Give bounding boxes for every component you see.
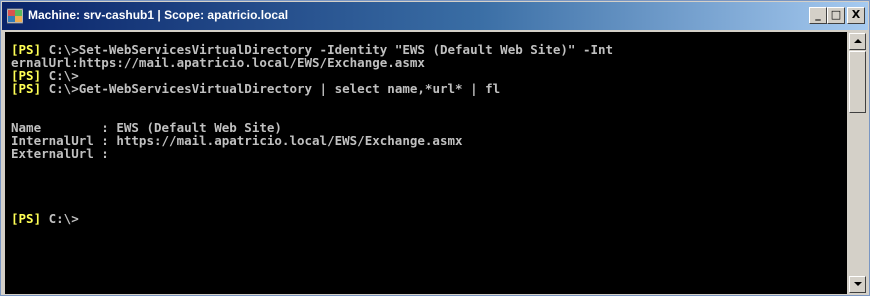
minimize-icon: _ [815,8,821,21]
scroll-thumb[interactable] [849,51,866,113]
console-text: C:\>Get-WebServicesVirtualDirectory | se… [41,81,501,96]
console-output[interactable]: [PS] C:\>Set-WebServicesVirtualDirectory… [5,32,847,294]
scroll-up-button[interactable] [849,33,866,50]
console-line: [PS] C:\>Get-WebServicesVirtualDirectory… [11,82,500,95]
vertical-scrollbar[interactable] [848,32,867,294]
console-text: ExternalUrl : [11,146,109,161]
title-bar[interactable]: Machine: srv-cashub1 | Scope: apatricio.… [2,2,868,30]
minimize-button[interactable]: _ [809,7,827,24]
console-text: C:\> [41,211,79,226]
arrow-down-icon [854,282,862,286]
close-icon: X [851,8,861,21]
console-line: ExternalUrl : [11,147,109,160]
window-title: Machine: srv-cashub1 | Scope: apatricio.… [28,8,289,22]
ps-prompt: [PS] [11,81,42,96]
maximize-button[interactable]: □ [827,7,845,24]
maximize-icon: □ [830,8,842,21]
powershell-console-icon [7,8,23,24]
scroll-down-button[interactable] [849,276,866,293]
console-line: [PS] C:\> [11,212,79,225]
ps-prompt: [PS] [11,211,42,226]
powershell-window: Machine: srv-cashub1 | Scope: apatricio.… [0,0,870,296]
close-button[interactable]: X [847,7,865,24]
arrow-up-icon [854,39,862,43]
